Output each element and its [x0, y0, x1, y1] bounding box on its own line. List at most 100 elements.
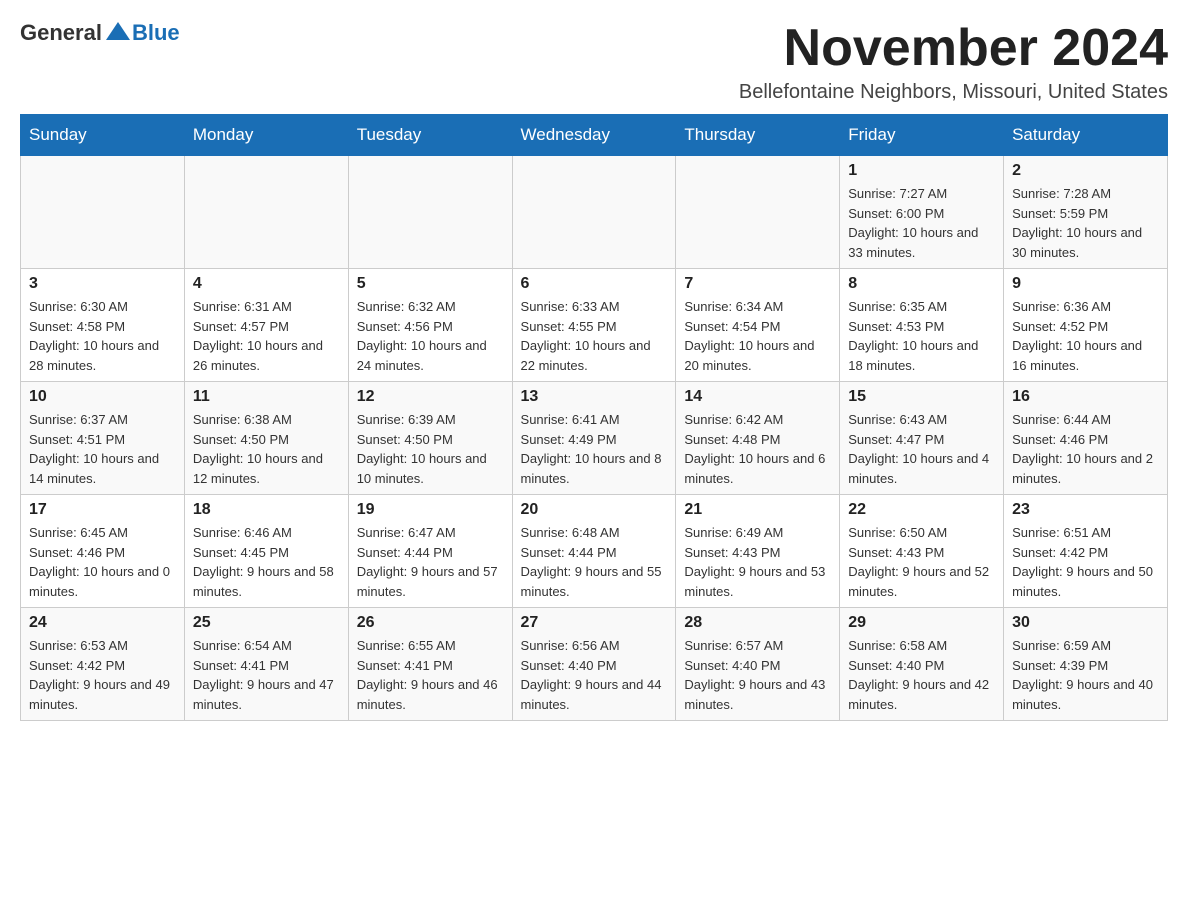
day-number: 19	[357, 501, 504, 519]
calendar-cell: 14 Sunrise: 6:42 AMSunset: 4:48 PMDayligh…	[676, 382, 840, 495]
title-block: November 2024 Bellefontaine Neighbors, M…	[739, 20, 1168, 104]
day-number: 28	[684, 614, 831, 632]
calendar-week-row: 1 Sunrise: 7:27 AMSunset: 6:00 PMDaylight…	[21, 156, 1168, 269]
weekday-header-tuesday: Tuesday	[348, 115, 512, 156]
day-number: 5	[357, 275, 504, 293]
calendar-table: SundayMondayTuesdayWednesdayThursdayFrid…	[20, 114, 1168, 721]
day-number: 1	[848, 162, 995, 180]
day-info: Sunrise: 6:45 AMSunset: 4:46 PMDaylight:…	[29, 523, 176, 601]
logo-blue-text: Blue	[132, 20, 180, 46]
day-info: Sunrise: 6:34 AMSunset: 4:54 PMDaylight:…	[684, 297, 831, 375]
day-number: 11	[193, 388, 340, 406]
logo-general-text: General	[20, 20, 102, 46]
location-title: Bellefontaine Neighbors, Missouri, Unite…	[739, 81, 1168, 104]
day-number: 27	[521, 614, 668, 632]
calendar-cell: 19 Sunrise: 6:47 AMSunset: 4:44 PMDayligh…	[348, 495, 512, 608]
calendar-cell: 16Sunrise: 6:44 AMSunset: 4:46 PMDayligh…	[1004, 382, 1168, 495]
calendar-cell	[676, 156, 840, 269]
day-number: 21	[684, 501, 831, 519]
calendar-cell	[512, 156, 676, 269]
page-header: General Blue November 2024 Bellefontaine…	[20, 20, 1168, 104]
day-number: 6	[521, 275, 668, 293]
day-info: Sunrise: 7:28 AMSunset: 5:59 PMDaylight:…	[1012, 184, 1159, 262]
day-info: Sunrise: 6:55 AMSunset: 4:41 PMDaylight:…	[357, 636, 504, 714]
day-info: Sunrise: 6:30 AMSunset: 4:58 PMDaylight:…	[29, 297, 176, 375]
calendar-cell: 11Sunrise: 6:38 AMSunset: 4:50 PMDayligh…	[184, 382, 348, 495]
day-info: Sunrise: 6:43 AMSunset: 4:47 PMDaylight:…	[848, 410, 995, 488]
calendar-cell: 5 Sunrise: 6:32 AMSunset: 4:56 PMDaylight…	[348, 269, 512, 382]
day-info: Sunrise: 6:51 AMSunset: 4:42 PMDaylight:…	[1012, 523, 1159, 601]
calendar-cell: 27 Sunrise: 6:56 AMSunset: 4:40 PMDayligh…	[512, 608, 676, 721]
calendar-cell: 15Sunrise: 6:43 AMSunset: 4:47 PMDayligh…	[840, 382, 1004, 495]
day-number: 12	[357, 388, 504, 406]
day-number: 8	[848, 275, 995, 293]
logo: General Blue	[20, 20, 180, 46]
month-title: November 2024	[739, 20, 1168, 77]
calendar-cell: 23 Sunrise: 6:51 AMSunset: 4:42 PMDayligh…	[1004, 495, 1168, 608]
weekday-header-thursday: Thursday	[676, 115, 840, 156]
day-info: Sunrise: 6:36 AMSunset: 4:52 PMDaylight:…	[1012, 297, 1159, 375]
day-info: Sunrise: 6:42 AMSunset: 4:48 PMDaylight:…	[684, 410, 831, 488]
day-info: Sunrise: 6:31 AMSunset: 4:57 PMDaylight:…	[193, 297, 340, 375]
day-number: 30	[1012, 614, 1159, 632]
calendar-cell: 30 Sunrise: 6:59 AMSunset: 4:39 PMDayligh…	[1004, 608, 1168, 721]
day-number: 22	[848, 501, 995, 519]
day-info: Sunrise: 6:47 AMSunset: 4:44 PMDaylight:…	[357, 523, 504, 601]
calendar-cell: 3 Sunrise: 6:30 AMSunset: 4:58 PMDaylight…	[21, 269, 185, 382]
calendar-cell: 7 Sunrise: 6:34 AMSunset: 4:54 PMDaylight…	[676, 269, 840, 382]
calendar-cell: 8 Sunrise: 6:35 AMSunset: 4:53 PMDaylight…	[840, 269, 1004, 382]
calendar-cell: 17 Sunrise: 6:45 AMSunset: 4:46 PMDayligh…	[21, 495, 185, 608]
day-info: Sunrise: 6:49 AMSunset: 4:43 PMDaylight:…	[684, 523, 831, 601]
day-info: Sunrise: 6:39 AMSunset: 4:50 PMDaylight:…	[357, 410, 504, 488]
calendar-week-row: 10 Sunrise: 6:37 AMSunset: 4:51 PMDayligh…	[21, 382, 1168, 495]
weekday-header-wednesday: Wednesday	[512, 115, 676, 156]
day-info: Sunrise: 6:46 AMSunset: 4:45 PMDaylight:…	[193, 523, 340, 601]
day-number: 10	[29, 388, 176, 406]
day-info: Sunrise: 6:58 AMSunset: 4:40 PMDaylight:…	[848, 636, 995, 714]
calendar-week-row: 17 Sunrise: 6:45 AMSunset: 4:46 PMDayligh…	[21, 495, 1168, 608]
day-info: Sunrise: 6:56 AMSunset: 4:40 PMDaylight:…	[521, 636, 668, 714]
calendar-cell: 28Sunrise: 6:57 AMSunset: 4:40 PMDayligh…	[676, 608, 840, 721]
calendar-cell: 25 Sunrise: 6:54 AMSunset: 4:41 PMDayligh…	[184, 608, 348, 721]
day-info: Sunrise: 6:54 AMSunset: 4:41 PMDaylight:…	[193, 636, 340, 714]
calendar-cell: 29 Sunrise: 6:58 AMSunset: 4:40 PMDayligh…	[840, 608, 1004, 721]
day-number: 25	[193, 614, 340, 632]
weekday-header-row: SundayMondayTuesdayWednesdayThursdayFrid…	[21, 115, 1168, 156]
calendar-cell: 24Sunrise: 6:53 AMSunset: 4:42 PMDayligh…	[21, 608, 185, 721]
day-number: 23	[1012, 501, 1159, 519]
calendar-cell: 22 Sunrise: 6:50 AMSunset: 4:43 PMDayligh…	[840, 495, 1004, 608]
day-info: Sunrise: 6:35 AMSunset: 4:53 PMDaylight:…	[848, 297, 995, 375]
calendar-cell: 18 Sunrise: 6:46 AMSunset: 4:45 PMDayligh…	[184, 495, 348, 608]
day-number: 29	[848, 614, 995, 632]
calendar-cell: 2 Sunrise: 7:28 AMSunset: 5:59 PMDaylight…	[1004, 156, 1168, 269]
day-number: 20	[521, 501, 668, 519]
day-info: Sunrise: 6:37 AMSunset: 4:51 PMDaylight:…	[29, 410, 176, 488]
day-number: 3	[29, 275, 176, 293]
day-info: Sunrise: 6:32 AMSunset: 4:56 PMDaylight:…	[357, 297, 504, 375]
day-number: 18	[193, 501, 340, 519]
calendar-cell: 13Sunrise: 6:41 AMSunset: 4:49 PMDayligh…	[512, 382, 676, 495]
calendar-cell: 21 Sunrise: 6:49 AMSunset: 4:43 PMDayligh…	[676, 495, 840, 608]
calendar-cell	[348, 156, 512, 269]
day-info: Sunrise: 6:53 AMSunset: 4:42 PMDaylight:…	[29, 636, 176, 714]
day-number: 17	[29, 501, 176, 519]
day-number: 7	[684, 275, 831, 293]
day-info: Sunrise: 6:50 AMSunset: 4:43 PMDaylight:…	[848, 523, 995, 601]
calendar-cell	[184, 156, 348, 269]
day-number: 4	[193, 275, 340, 293]
weekday-header-sunday: Sunday	[21, 115, 185, 156]
day-number: 2	[1012, 162, 1159, 180]
calendar-week-row: 3 Sunrise: 6:30 AMSunset: 4:58 PMDaylight…	[21, 269, 1168, 382]
calendar-cell: 10 Sunrise: 6:37 AMSunset: 4:51 PMDayligh…	[21, 382, 185, 495]
day-info: Sunrise: 6:59 AMSunset: 4:39 PMDaylight:…	[1012, 636, 1159, 714]
weekday-header-monday: Monday	[184, 115, 348, 156]
day-info: Sunrise: 6:41 AMSunset: 4:49 PMDaylight:…	[521, 410, 668, 488]
day-info: Sunrise: 7:27 AMSunset: 6:00 PMDaylight:…	[848, 184, 995, 262]
calendar-cell: 6Sunrise: 6:33 AMSunset: 4:55 PMDaylight…	[512, 269, 676, 382]
day-number: 14	[684, 388, 831, 406]
weekday-header-friday: Friday	[840, 115, 1004, 156]
logo-triangle-icon	[106, 22, 130, 40]
calendar-cell: 9Sunrise: 6:36 AMSunset: 4:52 PMDaylight…	[1004, 269, 1168, 382]
calendar-cell: 26Sunrise: 6:55 AMSunset: 4:41 PMDayligh…	[348, 608, 512, 721]
calendar-cell: 12 Sunrise: 6:39 AMSunset: 4:50 PMDayligh…	[348, 382, 512, 495]
